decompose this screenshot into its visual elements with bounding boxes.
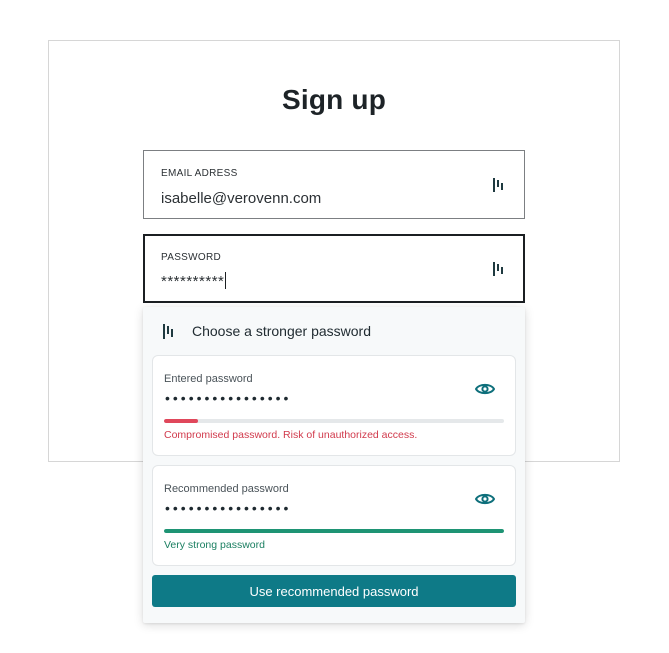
use-recommended-password-button[interactable]: Use recommended password bbox=[152, 575, 516, 607]
text-caret bbox=[225, 272, 227, 289]
entered-strength-fill bbox=[164, 419, 198, 423]
password-manager-icon[interactable] bbox=[493, 178, 505, 192]
entered-password-label: Entered password bbox=[164, 373, 253, 385]
email-value[interactable]: isabelle@verovenn.com bbox=[161, 190, 321, 207]
popup-title: Choose a stronger password bbox=[192, 323, 371, 339]
eye-icon[interactable] bbox=[475, 492, 495, 506]
recommended-password-label: Recommended password bbox=[164, 483, 289, 495]
email-field[interactable]: EMAIL ADRESS isabelle@verovenn.com bbox=[143, 150, 525, 219]
password-label: PASSWORD bbox=[161, 252, 221, 263]
entered-password-card: Entered password •••••••••••••••• Compro… bbox=[152, 355, 516, 456]
password-manager-icon[interactable] bbox=[493, 262, 505, 276]
recommended-password-masked: •••••••••••••••• bbox=[165, 500, 292, 516]
recommended-password-card: Recommended password •••••••••••••••• Ve… bbox=[152, 465, 516, 566]
page-title: Sign up bbox=[281, 84, 387, 115]
recommended-strength-bar bbox=[164, 529, 504, 533]
recommended-strength-fill bbox=[164, 529, 504, 533]
popup-header: Choose a stronger password bbox=[163, 322, 371, 340]
password-manager-icon bbox=[163, 323, 173, 339]
password-value[interactable]: ********** bbox=[161, 272, 227, 290]
entered-password-status: Compromised password. Risk of unauthoriz… bbox=[164, 429, 418, 441]
recommended-password-status: Very strong password bbox=[164, 539, 265, 551]
email-label: EMAIL ADRESS bbox=[161, 168, 238, 179]
password-field[interactable]: PASSWORD ********** bbox=[143, 234, 525, 303]
password-suggestion-popup: Choose a stronger password Entered passw… bbox=[143, 307, 525, 623]
password-masked-text: ********** bbox=[161, 273, 225, 290]
entered-password-masked: •••••••••••••••• bbox=[165, 390, 292, 406]
entered-strength-bar bbox=[164, 419, 504, 423]
eye-icon[interactable] bbox=[475, 382, 495, 396]
